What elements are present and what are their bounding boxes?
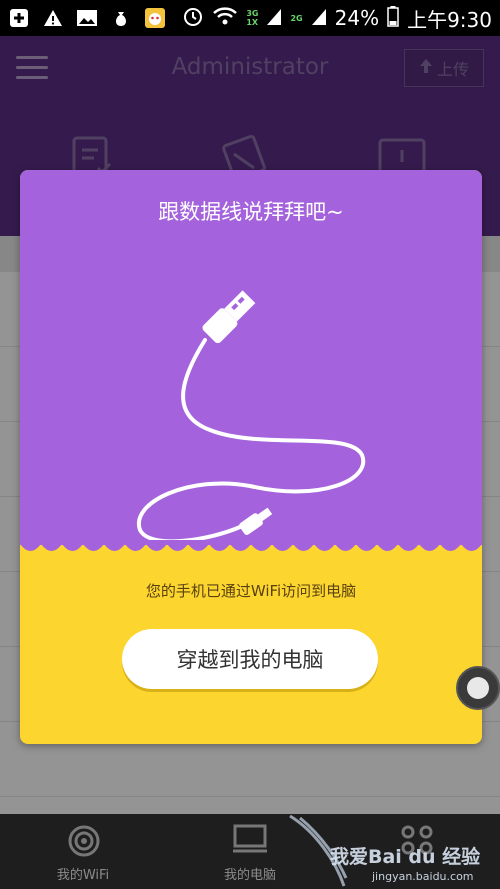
time-text: 上午9:30 — [407, 7, 492, 32]
computer-icon — [232, 824, 268, 860]
image-icon — [76, 7, 98, 29]
floating-assist-button[interactable] — [456, 666, 500, 710]
alarm-icon — [182, 5, 204, 32]
dialog-title: 跟数据线说拜拜吧~ — [158, 200, 344, 224]
nav-label: 我的WiFi — [56, 868, 110, 883]
warning-icon — [42, 7, 64, 29]
baidu-jingyan-watermark: 我爱Bai du 经验 jingyan.baidu.com — [286, 812, 500, 889]
battery-text: 24% — [334, 6, 380, 30]
scallop-edge — [20, 540, 482, 551]
nav-my-wifi[interactable]: 我的WiFi — [23, 814, 143, 889]
network-type-indicator: 3G 1X — [246, 9, 259, 27]
wifi-signal-icon — [67, 824, 101, 862]
signal2-icon — [311, 6, 327, 31]
money-bag-icon — [110, 7, 132, 29]
watermark-text: 我爱Bai du 经验 — [330, 846, 481, 868]
wifi-connect-dialog: 跟数据线说拜拜吧~ 您的手机已通过WiFi访问到电脑 穿越到我的电脑 — [20, 170, 482, 744]
status-bar: 3G 1X 2G 24% 上午9:30 — [0, 0, 500, 36]
app-notification-icon — [144, 7, 166, 29]
add-notification-icon — [8, 7, 30, 29]
wifi-icon — [212, 6, 238, 31]
battery-icon — [387, 5, 399, 32]
usb-cable-illustration — [136, 290, 366, 540]
network2-indicator: 2G — [290, 13, 303, 23]
connection-message: 您的手机已通过WiFi访问到电脑 — [145, 582, 357, 600]
watermark-domain: jingyan.baidu.com — [372, 870, 474, 883]
signal-icon — [266, 6, 282, 31]
go-to-my-computer-button[interactable]: 穿越到我的电脑 — [122, 629, 378, 689]
dialog-illustration-panel: 跟数据线说拜拜吧~ — [20, 170, 482, 545]
